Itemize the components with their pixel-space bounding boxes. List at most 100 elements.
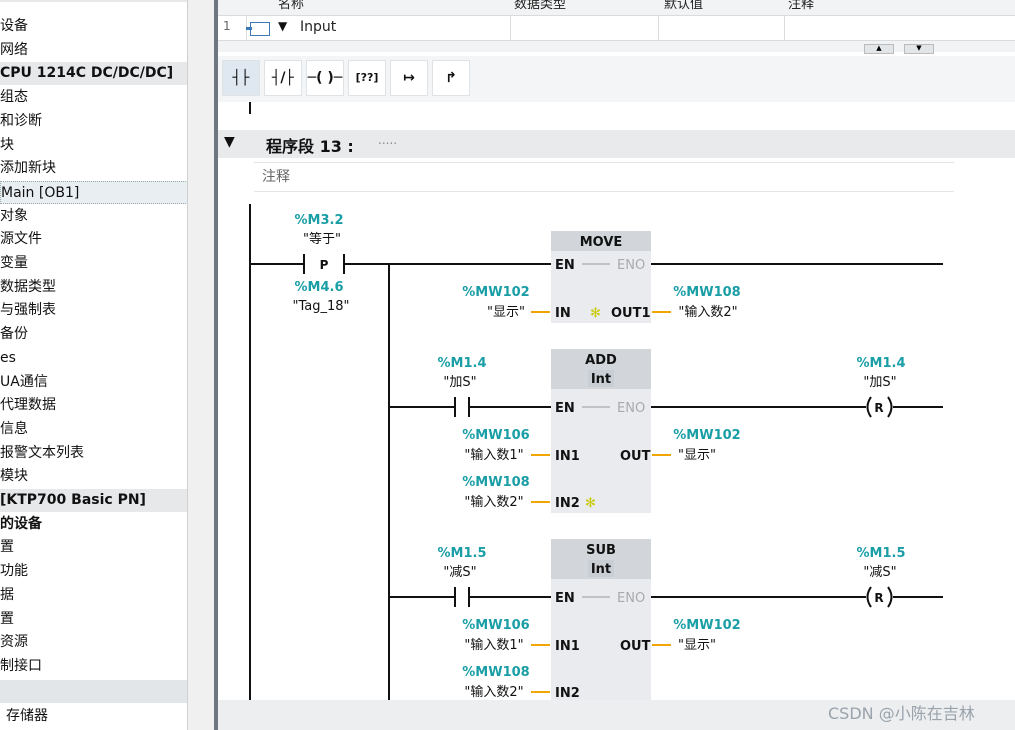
sub-block-title: SUB [586,543,616,558]
tree-item[interactable]: UA通信 [0,371,214,395]
move-in-name[interactable]: "显示" [487,305,525,320]
tree-item-label: 对象 [0,207,28,224]
rung1-edge-name[interactable]: "Tag_18" [292,299,349,314]
add-out-address[interactable]: %MW102 [673,428,740,443]
rung1-edge-address[interactable]: %M4.6 [295,280,344,295]
tree-item[interactable]: 模块 [0,465,214,489]
tree-item[interactable]: 信息 [0,418,214,442]
tree-item-label: 备份 [0,326,28,343]
tree-item[interactable]: 备份 [0,323,214,347]
tree-item[interactable]: 设备 [0,15,214,39]
project-tree: 设备网络 CPU 1214C DC/DC/DC] 组态和诊断块添加新块 Main [O… [0,0,215,730]
add-block-type: Int [591,372,611,387]
tree-item-label: 源文件 [0,231,42,248]
sub-in2-address[interactable]: %MW108 [462,665,529,680]
tree-item[interactable]: 数据类型 [0,276,214,300]
tree-item-label: es [0,349,16,366]
move-out-address[interactable]: %MW108 [673,285,740,300]
tree-item[interactable]: 组态 [0,86,214,110]
sub-in2-name[interactable]: "输入数2" [464,684,523,700]
tree-item[interactable]: 制接口 [0,655,214,679]
move-star-icon: ✻ [590,306,601,321]
tree-item[interactable]: 代理数据 [0,394,214,418]
tree-item-label: 功能 [0,563,28,580]
tree-item[interactable]: 和诊断 [0,110,214,134]
tree-item[interactable]: [KTP700 Basic PN] [0,489,214,513]
sub-in1-address[interactable]: %MW106 [462,618,529,633]
tree-item-label: 代理数据 [0,397,56,414]
tree-item-label: 据 [0,586,14,603]
tree-item-label: UA通信 [0,373,48,390]
tree-item[interactable]: 变量 [0,252,214,276]
tree-item-label: 网络 [0,41,28,58]
tree-item[interactable]: Main [OB1] [0,180,214,205]
tree-item[interactable]: 与强制表 [0,299,214,323]
add-contact-address[interactable]: %M1.4 [438,356,487,371]
rung1-contact-address[interactable]: %M3.2 [295,213,344,228]
sub-en-pin: EN [555,591,575,606]
tree-item[interactable]: 置 [0,608,214,632]
tree-item-label: 与强制表 [0,302,56,319]
tree-item-label: 模块 [0,468,28,485]
tree-item[interactable]: 源文件 [0,228,214,252]
add-in1-address[interactable]: %MW106 [462,428,529,443]
move-in-pin: IN [555,306,571,321]
sub-in1-pin: IN1 [555,639,580,654]
tree-item-partial [0,0,214,3]
sub-out-pin: OUT [620,639,651,654]
tree-item-label: 组态 [0,89,28,106]
move-out-pin: OUT1 [611,306,651,321]
sub-coil-name[interactable]: "减S" [863,565,896,580]
sub-contact-name[interactable]: "减S" [443,565,476,580]
add-coil-right [887,396,893,418]
sub-coil-right [887,586,893,608]
add-star-icon: ✻ [585,496,596,511]
tree-item[interactable]: 报警文本列表 [0,442,214,466]
tree-item[interactable]: 据 [0,584,214,608]
move-block-title: MOVE [580,235,623,250]
tree-item[interactable]: 存储器 [0,705,214,729]
move-in-address[interactable]: %MW102 [462,285,529,300]
sub-contact-address[interactable]: %M1.5 [438,546,487,561]
add-block-title: ADD [585,353,617,368]
add-coil-address[interactable]: %M1.4 [857,356,906,371]
tree-item[interactable]: 添加新块 [0,157,214,181]
tree-item-label: 置 [0,539,14,556]
move-eno-pin: ENO [617,258,645,273]
add-coil-name[interactable]: "加S" [863,375,896,390]
sub-coil-left [866,586,872,608]
tree-item-label: 信息 [0,420,28,437]
tree-item-label: [KTP700 Basic PN] [0,492,146,508]
sub-in1-name[interactable]: "输入数1" [464,637,523,653]
project-tree-scrollbar[interactable] [187,0,214,730]
tree-item[interactable]: CPU 1214C DC/DC/DC] [0,62,214,86]
sub-in2-pin: IN2 [555,686,580,700]
move-out-name[interactable]: "输入数2" [678,304,737,320]
tree-item[interactable]: 置 [0,536,214,560]
add-in1-name[interactable]: "输入数1" [464,447,523,463]
add-in2-address[interactable]: %MW108 [462,475,529,490]
rung1-contact-name[interactable]: "等于" [303,231,341,247]
tree-item-label: 资源 [0,634,28,651]
tree-item[interactable]: 资源 [0,631,214,655]
add-out-name[interactable]: "显示" [678,448,716,463]
ladder-diagram: P %M3.2 "等于" %M4.6 "Tag_18" MOVE EN ENO IN OUT1 ✻%… [249,204,943,700]
add-coil-left [866,396,872,418]
tree-item[interactable]: 网络 [0,39,214,63]
tree-item-label: 块 [0,136,14,153]
add-contact-name[interactable]: "加S" [443,375,476,390]
tree-item-label: 设备 [0,18,28,34]
tree-item[interactable]: 功能 [0,560,214,584]
sub-out-name[interactable]: "显示" [678,638,716,653]
tree-item[interactable]: 对象 [0,205,214,229]
tree-item[interactable] [0,680,214,704]
tree-item-label: 添加新块 [0,160,56,177]
tree-item[interactable]: 的设备 [0,512,214,537]
tree-item[interactable]: es [0,347,214,371]
tree-item[interactable]: 块 [0,134,214,158]
sub-coil-address[interactable]: %M1.5 [857,546,906,561]
add-in2-name[interactable]: "输入数2" [464,494,523,510]
tree-item-label: 报警文本列表 [0,444,84,461]
tree-item-label: Main [OB1] [1,184,80,201]
sub-out-address[interactable]: %MW102 [673,618,740,633]
